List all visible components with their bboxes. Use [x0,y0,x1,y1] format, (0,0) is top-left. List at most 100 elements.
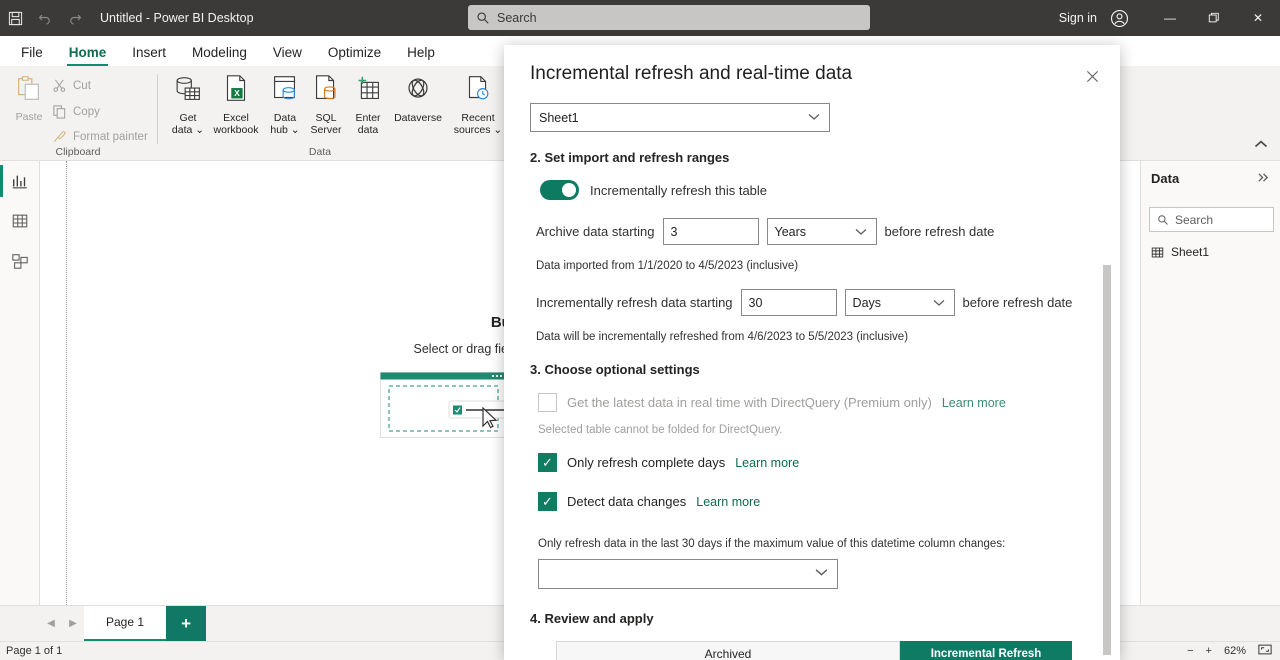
refresh-range-bar: Archived Incremental Refresh [556,641,1090,660]
sql-server-icon [315,75,336,100]
chevron-down-icon [815,568,828,580]
get-data-button[interactable]: Get data ⌄ [162,72,214,136]
incremental-refresh-unit-select[interactable]: Days [844,289,955,316]
detect-changes-row: ✓ Detect data changes Learn more [538,492,1090,511]
power-bi-desktop-window: Untitled - Power BI Desktop Search Sign … [0,0,1280,660]
incremental-refresh-toggle-row: Incrementally refresh this table [540,180,1090,200]
save-icon[interactable] [0,3,30,33]
data-pane-title: Data [1151,171,1180,186]
format-painter-button[interactable]: Format painter [52,129,148,144]
model-icon [12,254,28,269]
data-pane: Data Search Sheet1 [1140,161,1280,605]
dataverse-icon [408,78,428,98]
ribbon-tab-modeling[interactable]: Modeling [179,45,260,66]
incremental-refresh-value-input[interactable]: 30 [740,289,837,316]
excel-workbook-button[interactable]: X Excel workbook [210,72,262,136]
detect-changes-checkbox[interactable]: ✓ [538,492,557,511]
chevron-double-right-icon[interactable] [1257,172,1270,186]
datetime-column-select[interactable] [538,559,838,589]
table-select[interactable]: Sheet1 [530,103,830,132]
archive-data-label: Archive data starting [536,224,655,239]
bar-segment-archived: Archived [556,641,900,660]
global-search-placeholder: Search [497,10,537,25]
data-hub-line2: hub ⌄ [270,123,300,136]
ribbon-tab-file[interactable]: File [8,45,56,66]
sign-in-label[interactable]: Sign in [1059,11,1097,25]
enter-data-icon [358,76,379,100]
dialog-scrollbar-thumb[interactable] [1103,265,1111,655]
view-switcher-rail [0,161,40,605]
fit-to-page-icon[interactable] [1258,644,1272,658]
zoom-out-button[interactable]: − [1187,645,1193,657]
recent-sources-button[interactable]: Recent sources ⌄ [448,72,508,136]
sql-line1: SQL [315,112,337,124]
account-avatar-icon[interactable] [1104,3,1134,33]
directquery-learn-more-link[interactable]: Learn more [942,396,1006,410]
redo-icon[interactable] [60,3,90,33]
ribbon-tab-view[interactable]: View [260,45,315,66]
chevron-right-icon[interactable]: ▶ [62,609,84,639]
directquery-checkbox[interactable] [538,393,557,412]
data-group-label: Data [308,146,332,158]
complete-days-checkbox[interactable]: ✓ [538,453,557,472]
data-pane-search-input[interactable]: Search [1149,207,1274,232]
data-pane-item-label: Sheet1 [1171,245,1210,259]
undo-icon[interactable] [30,3,60,33]
incremental-refresh-suffix: before refresh date [962,295,1073,310]
cut-button[interactable]: Cut [52,78,91,93]
scissors-icon [53,79,66,92]
archive-data-value-input[interactable]: 3 [662,218,759,245]
sql-line2: Server [310,123,342,136]
minimize-button[interactable]: — [1148,0,1192,36]
incrementally-refresh-toggle[interactable] [540,180,579,200]
canvas-left-edge [66,161,67,605]
detect-changes-learn-more-link[interactable]: Learn more [696,495,760,509]
ribbon-group-clipboard: Paste Cut Copy Format painter Clipboard [0,66,156,161]
global-search-input[interactable]: Search [468,5,870,30]
close-button[interactable]: ✕ [1236,0,1280,36]
archive-data-suffix: before refresh date [884,224,995,239]
incremental-unit-value: Days [852,295,882,310]
incremental-refresh-label: Incrementally refresh data starting [536,295,733,310]
chevron-left-icon[interactable]: ◀ [40,609,62,639]
report-view-button[interactable] [0,161,40,201]
page-count-status: Page 1 of 1 [6,645,63,657]
recent-line2: sources ⌄ [453,123,503,136]
chevron-down-icon [933,296,945,310]
table-select-value: Sheet1 [539,110,579,125]
model-view-button[interactable] [0,241,40,281]
clipboard-group-label: Clipboard [55,146,101,158]
archive-unit-value: Years [774,224,807,239]
paste-button[interactable]: Paste [8,74,50,123]
zoom-controls: − + 62% [1187,644,1272,658]
archive-data-note: Data imported from 1/1/2020 to 4/5/2023 … [536,260,799,272]
data-hub-icon [274,76,296,100]
table-icon [1151,247,1164,257]
add-page-button[interactable]: + [166,605,207,642]
restore-button[interactable] [1192,0,1236,36]
copy-button[interactable]: Copy [52,104,100,119]
data-pane-item-sheet1[interactable]: Sheet1 [1151,245,1209,259]
cut-label: Cut [73,79,91,92]
close-icon[interactable] [1078,63,1106,89]
bar-segment-incremental: Incremental Refresh [900,641,1072,660]
ribbon-tab-optimize[interactable]: Optimize [315,45,394,66]
ribbon-tab-insert[interactable]: Insert [119,45,179,66]
paintbrush-icon [53,131,66,143]
data-pane-header: Data [1151,171,1270,186]
incremental-refresh-row: Incrementally refresh data starting 30 D… [536,289,1090,316]
dataverse-button[interactable]: Dataverse [386,72,450,125]
excel-line1: Excel [223,112,249,124]
ribbon-tab-home[interactable]: Home [56,45,120,66]
zoom-in-button[interactable]: + [1206,645,1212,657]
collapse-ribbon-icon[interactable] [1254,140,1268,152]
enter-data-line2: data [357,123,379,136]
table-view-button[interactable] [0,201,40,241]
complete-days-learn-more-link[interactable]: Learn more [735,456,799,470]
archive-data-unit-select[interactable]: Years [766,218,877,245]
page-tab-page-1[interactable]: Page 1 [84,605,167,642]
database-table-icon [176,77,200,100]
ribbon-tab-help[interactable]: Help [394,45,448,66]
paste-label: Paste [15,111,43,123]
copy-icon [53,105,66,119]
